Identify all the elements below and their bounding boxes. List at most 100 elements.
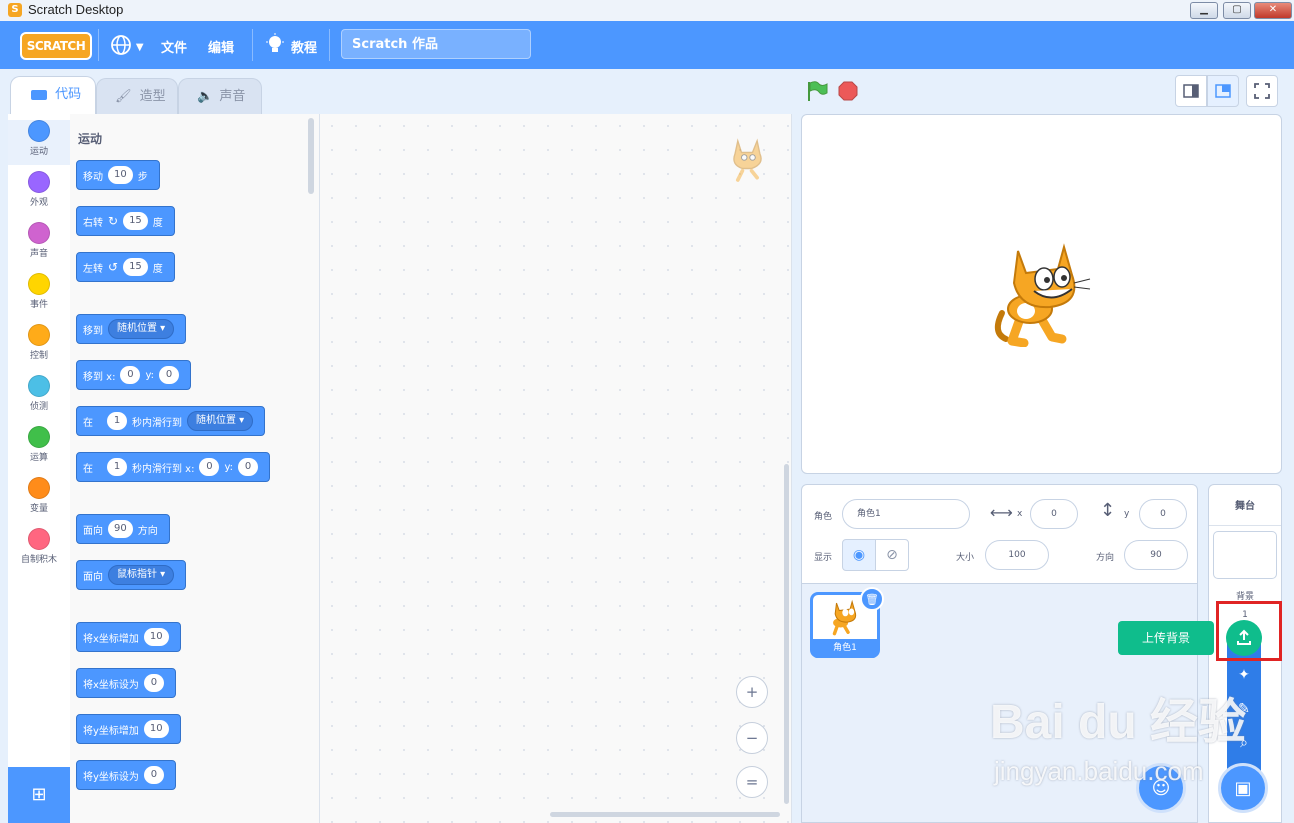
- towards-dropdown[interactable]: 鼠标指针 ▾: [108, 565, 175, 585]
- category-events[interactable]: 事件: [8, 273, 70, 318]
- tab-costumes[interactable]: 🖌 造型: [96, 78, 178, 114]
- category-sensing[interactable]: 侦测: [8, 375, 70, 420]
- block-turn-right[interactable]: 右转 ↻ 15 度: [76, 206, 175, 236]
- file-menu[interactable]: 文件: [161, 37, 187, 56]
- category-dot: [28, 324, 50, 346]
- script-horizontal-scrollbar[interactable]: [550, 812, 780, 817]
- category-dot: [28, 375, 50, 397]
- change-y-input[interactable]: 10: [143, 720, 169, 738]
- delete-sprite-button[interactable]: 🗑: [860, 587, 884, 611]
- extension-icon: ⊞: [31, 784, 47, 805]
- sprite-cat-icon: [733, 138, 762, 182]
- block-change-x[interactable]: 将x坐标增加 10: [76, 622, 181, 652]
- chevron-down-icon: ▼: [135, 42, 144, 53]
- goto-target-dropdown[interactable]: 随机位置 ▾: [108, 319, 175, 339]
- hide-sprite-button[interactable]: ⊘: [875, 539, 909, 571]
- project-title-input[interactable]: Scratch 作品: [341, 29, 531, 59]
- add-extension-button[interactable]: ⊞: [8, 767, 70, 823]
- category-sound[interactable]: 声音: [8, 222, 70, 267]
- tab-code-label: 代码: [55, 87, 82, 102]
- baidu-watermark-url: jingyan.baidu.com: [994, 756, 1204, 786]
- maximize-button[interactable]: ▢: [1223, 2, 1251, 19]
- stop-icon[interactable]: [838, 81, 858, 101]
- tutorials-label[interactable]: 教程: [291, 37, 317, 56]
- block-change-y[interactable]: 将y坐标增加 10: [76, 714, 181, 744]
- block-turn-left[interactable]: 左转 ↺ 15 度: [76, 252, 175, 282]
- zoom-in-button[interactable]: +: [736, 676, 768, 708]
- fullscreen-button[interactable]: [1246, 75, 1278, 107]
- seconds-input[interactable]: 1: [107, 412, 127, 430]
- y-position-input[interactable]: 0: [1139, 499, 1187, 529]
- x-input[interactable]: 0: [199, 458, 220, 476]
- block-point-direction[interactable]: 面向 90 方向: [76, 514, 170, 544]
- block-glide-to[interactable]: 在 1 秒内滑行到 随机位置 ▾: [76, 406, 266, 436]
- palette-scrollbar[interactable]: [308, 118, 314, 194]
- rotate-right-icon: ↻: [108, 214, 119, 228]
- sprite-name-input[interactable]: 角色1: [842, 499, 970, 529]
- category-dot: [28, 273, 50, 295]
- seconds-input[interactable]: 1: [107, 458, 127, 476]
- tutorials-menu[interactable]: [265, 33, 285, 60]
- block-set-y[interactable]: 将y坐标设为 0: [76, 760, 176, 790]
- category-my-blocks[interactable]: 自制积木: [8, 528, 70, 573]
- category-dot: [28, 477, 50, 499]
- category-variables[interactable]: 变量: [8, 477, 70, 522]
- y-input[interactable]: 0: [238, 458, 259, 476]
- image-icon: ▣: [1234, 778, 1252, 799]
- large-stage-icon: [1215, 84, 1231, 98]
- small-stage-button[interactable]: [1175, 75, 1207, 107]
- block-set-x[interactable]: 将x坐标设为 0: [76, 668, 176, 698]
- choose-backdrop-main-button[interactable]: ▣: [1218, 763, 1268, 813]
- size-input[interactable]: 100: [985, 540, 1049, 570]
- minimize-button[interactable]: ▁: [1190, 2, 1218, 19]
- sprite-cat[interactable]: [990, 243, 1096, 347]
- x-position-input[interactable]: 0: [1030, 499, 1078, 529]
- large-stage-button[interactable]: [1207, 75, 1239, 107]
- zoom-out-button[interactable]: −: [736, 722, 768, 754]
- block-palette[interactable]: 运动 移动 10 步 右转 ↻ 15 度 左转 ↺ 15 度 移到 随机位置 ▾…: [70, 114, 320, 823]
- close-window-button[interactable]: ✕: [1254, 2, 1292, 19]
- edit-menu[interactable]: 编辑: [208, 37, 234, 56]
- category-operators[interactable]: 运算: [8, 426, 70, 471]
- window-titlebar: S Scratch Desktop ▁ ▢ ✕: [0, 0, 1294, 22]
- direction-input[interactable]: 90: [1124, 540, 1188, 570]
- glide-target-dropdown[interactable]: 随机位置 ▾: [187, 411, 254, 431]
- tab-code[interactable]: 代码: [10, 76, 96, 116]
- palette-section-title: 运动: [78, 132, 103, 146]
- show-sprite-button[interactable]: ◉: [842, 539, 876, 571]
- set-x-input[interactable]: 0: [143, 674, 164, 692]
- block-point-towards[interactable]: 面向 鼠标指针 ▾: [76, 560, 187, 590]
- tab-sounds[interactable]: 🔈 声音: [178, 78, 262, 114]
- script-vertical-scrollbar[interactable]: [784, 464, 789, 804]
- fullscreen-icon: [1254, 83, 1270, 99]
- sprite-info-panel: 角色 角色1 ⟷ x 0 ↕ y 0 显示 ◉ ⊘ 大小 100 方向 90: [801, 484, 1198, 584]
- menu-separator: [329, 29, 330, 61]
- degrees-input[interactable]: 15: [123, 212, 148, 230]
- y-input[interactable]: 0: [159, 366, 180, 384]
- block-glide-xy[interactable]: 在 1 秒内滑行到 x: 0 y: 0: [76, 452, 271, 482]
- block-goto[interactable]: 移到 随机位置 ▾: [76, 314, 187, 344]
- block-goto-xy[interactable]: 移到 x: 0 y: 0: [76, 360, 192, 390]
- category-looks[interactable]: 外观: [8, 171, 70, 216]
- script-area[interactable]: + − =: [320, 114, 792, 823]
- steps-input[interactable]: 10: [108, 166, 133, 184]
- language-menu[interactable]: ▼: [110, 34, 144, 59]
- baidu-watermark: Bai du 经验: [990, 696, 1247, 749]
- degrees-input[interactable]: 15: [123, 258, 148, 276]
- green-flag-icon[interactable]: [806, 80, 828, 102]
- direction-input[interactable]: 90: [108, 520, 133, 538]
- set-y-input[interactable]: 0: [143, 766, 164, 784]
- block-move-steps[interactable]: 移动 10 步: [76, 160, 160, 190]
- zoom-reset-button[interactable]: =: [736, 766, 768, 798]
- speaker-icon: 🔈: [197, 89, 214, 104]
- change-x-input[interactable]: 10: [143, 628, 169, 646]
- category-dot: [28, 120, 50, 142]
- x-input[interactable]: 0: [120, 366, 141, 384]
- category-motion[interactable]: 运动: [8, 120, 70, 165]
- sparkle-icon: ✦: [1238, 667, 1250, 683]
- stage-thumbnail[interactable]: [1213, 531, 1277, 579]
- scratch-logo[interactable]: SCRATCH: [20, 32, 92, 60]
- stage-canvas[interactable]: [801, 114, 1282, 474]
- category-control[interactable]: 控制: [8, 324, 70, 369]
- category-dot: [28, 171, 50, 193]
